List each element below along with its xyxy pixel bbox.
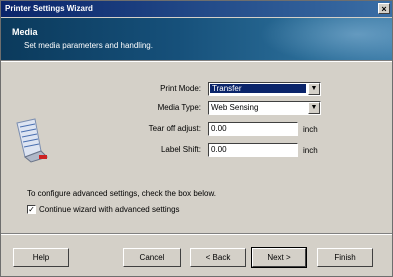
- tear-off-unit: inch: [303, 125, 318, 134]
- banner-subtitle: Set media parameters and handling.: [24, 41, 153, 50]
- chevron-down-icon[interactable]: ▼: [308, 83, 320, 95]
- media-type-select[interactable]: Web Sensing ▼: [208, 101, 321, 115]
- tear-off-input[interactable]: 0.00: [208, 122, 298, 136]
- back-button[interactable]: < Back: [190, 248, 246, 267]
- print-mode-label: Print Mode:: [160, 84, 201, 93]
- checkmark-icon: ✓: [28, 205, 35, 214]
- advanced-checkbox-label[interactable]: Continue wizard with advanced settings: [39, 205, 180, 214]
- chevron-down-icon[interactable]: ▼: [308, 102, 320, 114]
- label-shift-label: Label Shift:: [160, 145, 201, 154]
- banner-graphic: [252, 18, 392, 60]
- close-button[interactable]: ×: [378, 3, 390, 14]
- window-title: Printer Settings Wizard: [5, 4, 93, 13]
- advanced-note: To configure advanced settings, check th…: [27, 189, 217, 198]
- advanced-checkbox[interactable]: ✓: [27, 205, 36, 214]
- print-mode-select[interactable]: Transfer ▼: [208, 82, 321, 96]
- next-button[interactable]: Next >: [251, 247, 307, 268]
- help-button[interactable]: Help: [13, 248, 69, 267]
- banner-heading: Media: [12, 27, 38, 37]
- title-bar: Printer Settings Wizard ×: [1, 1, 392, 17]
- finish-button[interactable]: Finish: [317, 248, 373, 267]
- label-shift-unit: inch: [303, 146, 318, 155]
- wizard-window: Printer Settings Wizard × Media Set medi…: [0, 0, 393, 277]
- header-banner: Media Set media parameters and handling.: [1, 18, 392, 60]
- label-shift-input[interactable]: 0.00: [208, 143, 298, 157]
- printer-icon: [16, 118, 48, 163]
- media-type-label: Media Type:: [157, 103, 201, 112]
- header-divider: [1, 60, 392, 62]
- tear-off-label: Tear off adjust:: [148, 124, 201, 133]
- media-type-value: Web Sensing: [211, 103, 259, 112]
- footer-divider: [1, 233, 392, 235]
- print-mode-value: Transfer: [210, 84, 306, 93]
- cancel-button[interactable]: Cancel: [123, 248, 181, 267]
